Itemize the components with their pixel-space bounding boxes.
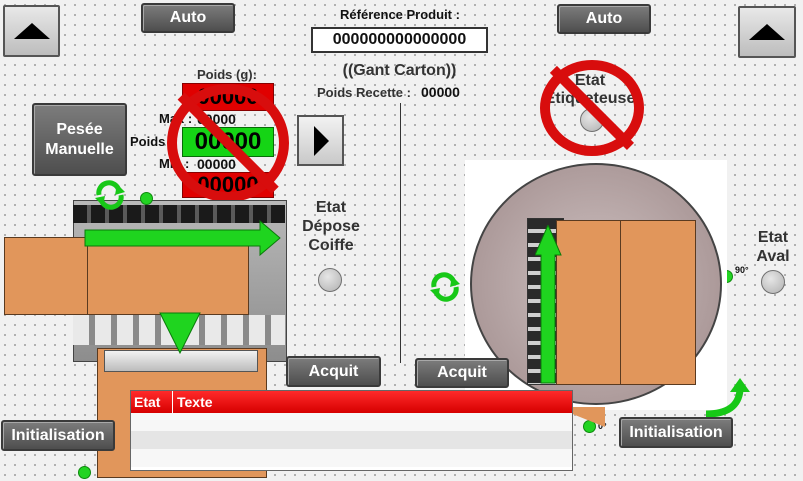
up-arrow-icon (749, 24, 785, 40)
carton-label: ((Gant Carton)) (342, 62, 457, 79)
carton-turntable-right (620, 220, 696, 385)
curved-up-arrow-icon (705, 378, 750, 418)
reference-produit-field[interactable]: 000000000000000 (311, 27, 488, 53)
auto-button-right[interactable]: Auto (557, 4, 651, 34)
up-arrow-button-left[interactable] (3, 5, 60, 57)
separator-line (400, 103, 401, 363)
next-arrow-button[interactable] (297, 115, 344, 166)
pesee-manuelle-button[interactable]: Pesée Manuelle (32, 103, 127, 176)
up-flow-arrow (535, 225, 562, 384)
initialisation-button-left[interactable]: Initialisation (1, 420, 115, 451)
poids-recette-value: 00000 (421, 84, 460, 100)
etat-depose-coiffe-label: Etat Dépose Coiffe (302, 199, 360, 254)
table-row[interactable] (131, 413, 572, 431)
table-row[interactable] (131, 449, 572, 467)
rotate-icon-left (95, 180, 125, 210)
play-arrow-icon (314, 126, 329, 156)
up-arrow-button-right[interactable] (738, 6, 796, 58)
sensor-indicator (140, 192, 153, 205)
initialisation-button-right[interactable]: Initialisation (619, 417, 733, 448)
alarm-table-header: Etat Texte (131, 391, 572, 413)
etat-aval-label: Etat Aval (756, 229, 790, 265)
reference-produit-label: Référence Produit : (340, 7, 460, 22)
sensor-indicator (78, 466, 91, 479)
etat-aval-lamp (761, 270, 785, 294)
poids-recette-label: Poids Recette : (317, 85, 411, 100)
table-row[interactable] (131, 431, 572, 449)
poids-mesure-label: Poids (130, 134, 166, 149)
column-header-texte: Texte (177, 394, 213, 410)
down-arrow-icon (159, 312, 201, 355)
column-header-etat: Etat (131, 391, 173, 413)
left-flow-arrows (84, 219, 281, 355)
etat-depose-coiffe-lamp (318, 268, 342, 292)
forbidden-sign-icon (540, 60, 644, 156)
carton-turntable-left (556, 220, 621, 385)
up-arrow-icon (13, 23, 50, 39)
poids-label: Poids (g): (197, 67, 257, 82)
right-arrow-icon (84, 219, 281, 257)
angle-90-label: 90° (735, 265, 749, 275)
acquit-button-left[interactable]: Acquit (286, 356, 381, 387)
alarm-table[interactable]: Etat Texte (130, 390, 573, 471)
rotate-icon-right (430, 272, 460, 302)
up-arrow-icon (535, 225, 562, 384)
auto-button-left[interactable]: Auto (141, 3, 235, 33)
forbidden-sign-icon (167, 84, 289, 202)
acquit-button-right[interactable]: Acquit (415, 358, 509, 388)
